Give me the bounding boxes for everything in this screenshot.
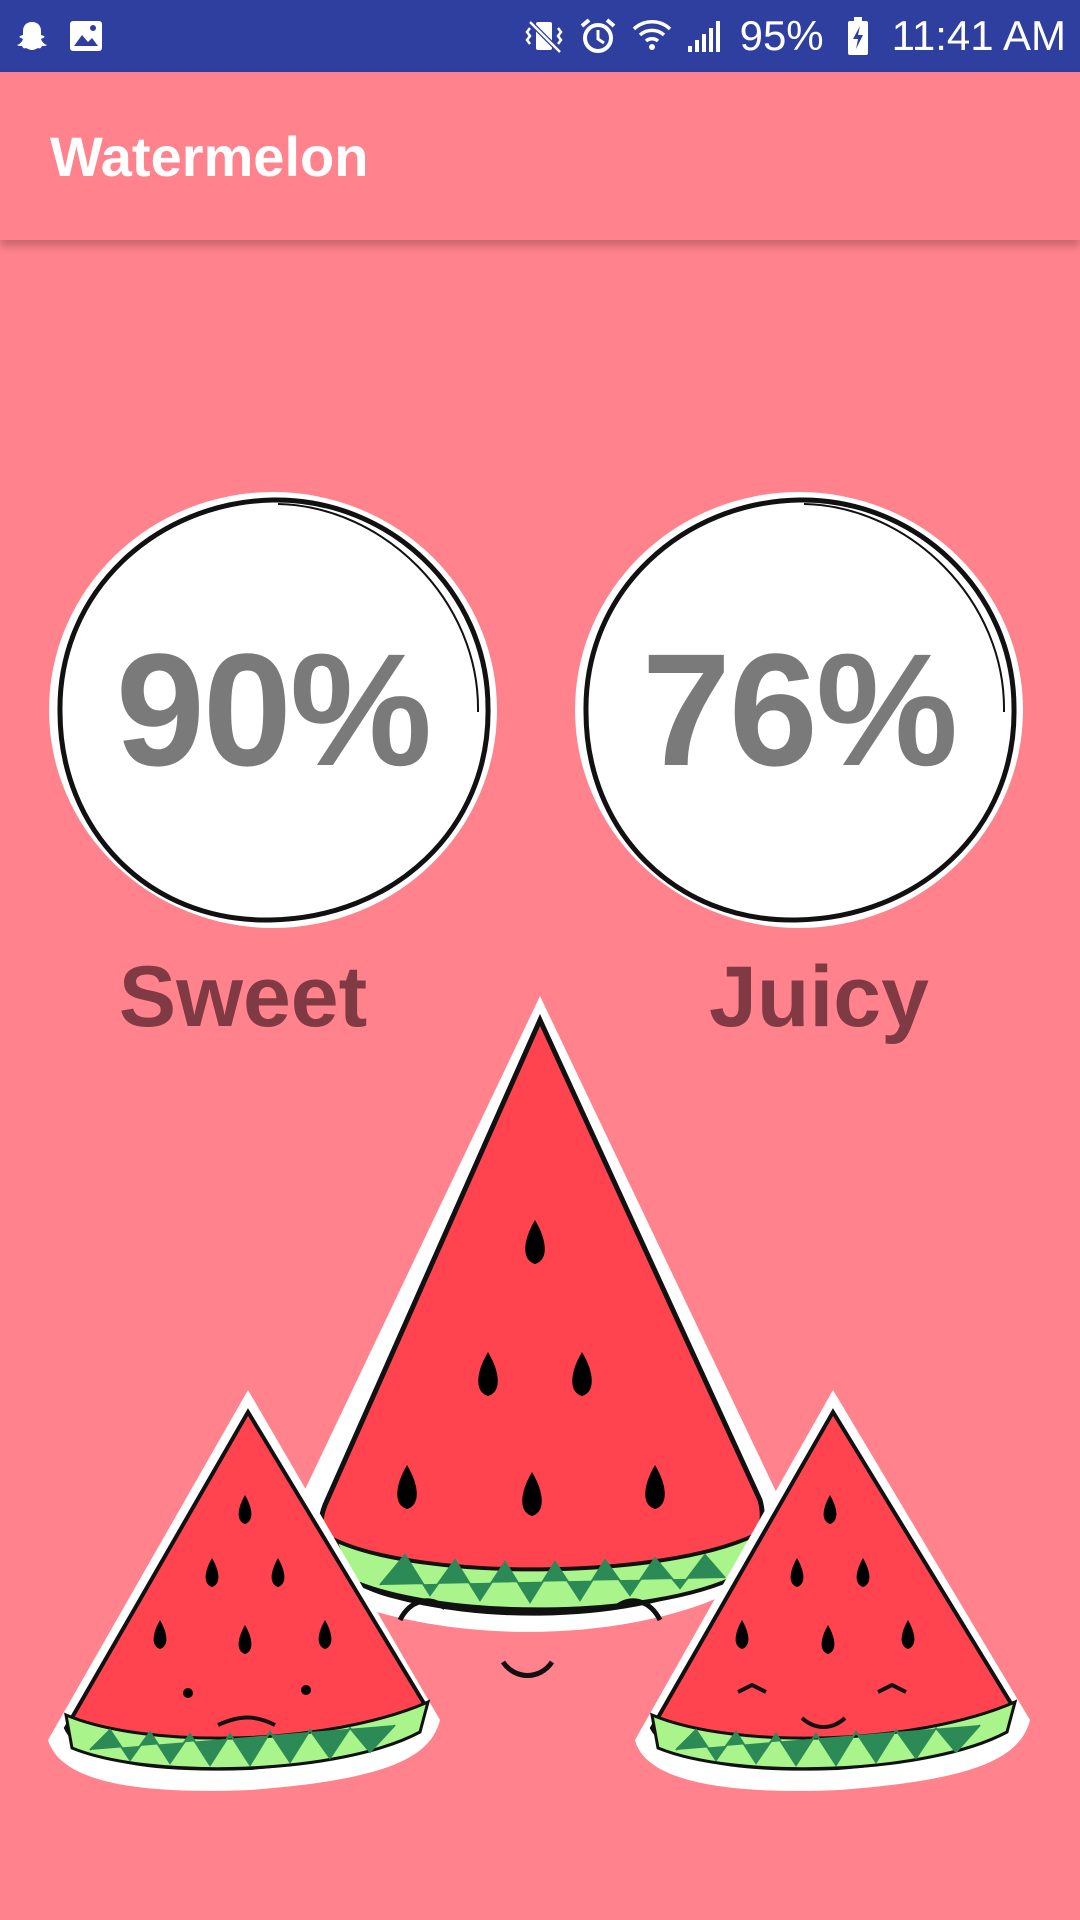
battery-percent: 95% [739, 12, 824, 59]
app-title: Watermelon [50, 124, 369, 188]
wifi-icon [632, 16, 672, 56]
status-bar-right: 95% 11:41 AM [524, 15, 1066, 57]
stat-juicy: 76% [574, 490, 1024, 930]
image-icon [66, 16, 106, 56]
stat-sweet: 90% [48, 490, 498, 930]
vibrate-icon [524, 16, 564, 56]
watermelon-illustration [48, 996, 1030, 1791]
app-bar: Watermelon [0, 72, 1080, 240]
battery-charging-icon [838, 16, 878, 56]
juicy-percent: 76% [641, 620, 958, 799]
signal-icon [686, 16, 726, 56]
alarm-icon [578, 16, 618, 56]
snapchat-icon [12, 16, 52, 56]
watermelon-slice-large [292, 996, 783, 1678]
sweet-percent: 90% [115, 620, 432, 799]
clock: 11:41 AM [891, 12, 1066, 59]
status-bar-left [12, 16, 106, 56]
status-bar: 95% 11:41 AM [0, 0, 1080, 72]
